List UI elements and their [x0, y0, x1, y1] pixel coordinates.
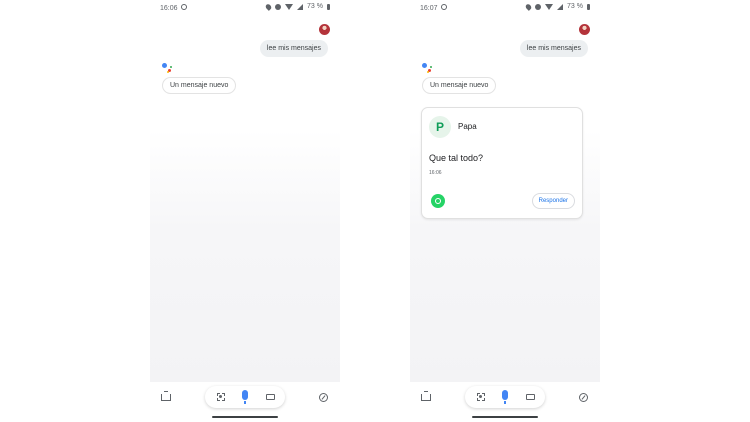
lens-icon[interactable]	[217, 393, 225, 401]
snapshot-icon[interactable]	[161, 391, 171, 401]
whatsapp-notification-icon	[441, 4, 447, 10]
phone-screen-2: 16:07 73 % lee mis mensajes Un mensaje n…	[410, 0, 600, 422]
user-avatar[interactable]	[579, 24, 590, 35]
message-card[interactable]: P Papa Que tal todo? 16:06 Responder	[421, 107, 583, 219]
message-text: Que tal todo?	[429, 153, 484, 163]
keyboard-icon[interactable]	[266, 394, 275, 400]
message-time: 16:06	[429, 170, 442, 176]
mic-icon[interactable]	[502, 390, 508, 404]
contact-name: Papa	[458, 122, 477, 131]
dnd-icon	[535, 3, 542, 10]
snapshot-icon[interactable]	[421, 391, 431, 401]
location-icon	[524, 2, 533, 11]
battery-percent: 73 %	[307, 3, 323, 10]
bottom-bar	[410, 382, 600, 422]
user-query-bubble: lee mis mensajes	[519, 40, 588, 57]
wifi-icon	[545, 3, 554, 10]
user-avatar[interactable]	[319, 24, 330, 35]
wifi-icon	[285, 3, 294, 10]
user-query-bubble: lee mis mensajes	[259, 40, 328, 57]
whatsapp-notification-icon	[181, 4, 187, 10]
battery-icon	[327, 3, 330, 10]
status-bar: 16:07 73 %	[410, 0, 600, 16]
assistant-logo-icon	[422, 62, 434, 74]
contact-avatar: P	[429, 116, 451, 138]
phone-screen-1: 16:06 73 % lee mis mensajes Un mensaje n…	[150, 0, 340, 422]
bottom-bar	[150, 382, 340, 422]
content-background	[150, 130, 340, 382]
home-indicator	[212, 416, 278, 418]
input-pill	[465, 386, 545, 408]
compass-icon[interactable]	[319, 393, 328, 402]
location-icon	[264, 2, 273, 11]
mic-icon[interactable]	[242, 390, 248, 404]
status-icons: 73 %	[524, 2, 590, 11]
whatsapp-icon[interactable]	[431, 194, 445, 208]
compass-icon[interactable]	[579, 393, 588, 402]
keyboard-icon[interactable]	[526, 394, 535, 400]
status-time: 16:07	[420, 5, 438, 12]
dnd-icon	[275, 3, 282, 10]
assistant-reply-bubble: Un mensaje nuevo	[422, 77, 497, 94]
status-icons: 73 %	[264, 2, 330, 11]
assistant-reply-bubble: Un mensaje nuevo	[162, 77, 237, 94]
status-bar: 16:06 73 %	[150, 0, 340, 16]
home-indicator	[472, 416, 538, 418]
signal-icon	[557, 3, 564, 10]
signal-icon	[297, 3, 304, 10]
battery-icon	[587, 3, 590, 10]
assistant-logo-icon	[162, 62, 174, 74]
input-pill	[205, 386, 285, 408]
lens-icon[interactable]	[477, 393, 485, 401]
status-time: 16:06	[160, 5, 178, 12]
reply-button[interactable]: Responder	[531, 193, 575, 209]
battery-percent: 73 %	[567, 3, 583, 10]
